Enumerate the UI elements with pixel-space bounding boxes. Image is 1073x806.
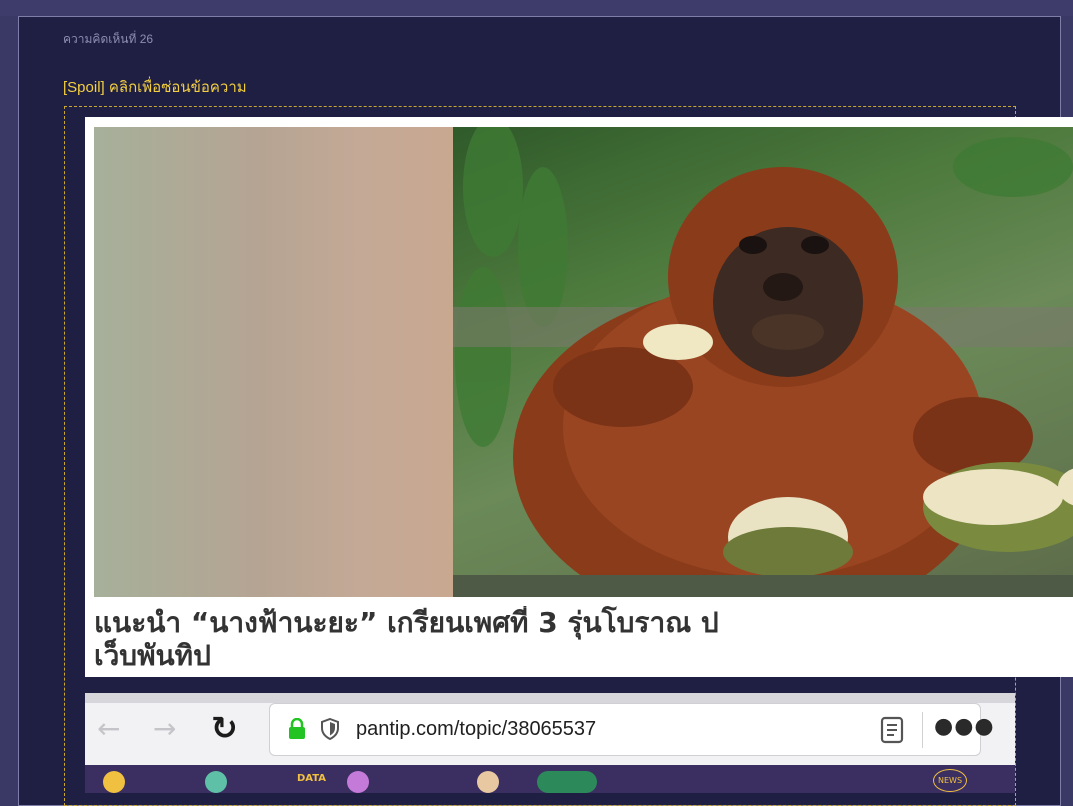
- side-menu-dots-icon[interactable]: ⋮: [1007, 710, 1015, 730]
- banner-data-label: DATA: [297, 773, 327, 784]
- blurred-image-panel: [94, 127, 453, 597]
- browser-top-strip: [85, 693, 1015, 703]
- spoil-toggle-link[interactable]: [Spoil] คลิกเพื่อซ่อนข้อความ: [63, 75, 247, 99]
- coin-icon: [347, 771, 369, 793]
- more-menu-icon[interactable]: ●●●: [934, 714, 995, 739]
- face-icon: [477, 771, 499, 793]
- reload-icon[interactable]: ↻: [211, 712, 238, 744]
- camera-icon: [103, 771, 125, 793]
- shield-icon[interactable]: [320, 718, 340, 740]
- urlbar-divider: [922, 712, 923, 748]
- comment-number: ความคิดเห็นที่ 26: [63, 32, 154, 46]
- news-headline: แนะนำ “นางฟ้านะยะ” เกรียนเพศที่ 3 รุ่นโบ…: [94, 606, 719, 672]
- forward-arrow-icon[interactable]: →: [153, 715, 176, 743]
- orangutan-photo: [94, 127, 1073, 597]
- page-top-bar: [0, 0, 1073, 16]
- address-bar[interactable]: pantip.com/topic/38065537 ●●●: [269, 703, 994, 756]
- news-screenshot-image: แนะนำ “นางฟ้านะยะ” เกรียนเพศที่ 3 รุ่นโบ…: [85, 117, 1073, 677]
- site-banner: DATA NEWS: [85, 765, 1015, 793]
- lock-icon: [289, 718, 305, 739]
- reader-view-icon[interactable]: [880, 716, 904, 744]
- back-arrow-icon[interactable]: ←: [97, 715, 120, 743]
- logo-icon: [537, 771, 597, 793]
- url-text[interactable]: pantip.com/topic/38065537: [356, 718, 596, 741]
- banner-news-badge: NEWS: [933, 769, 968, 792]
- mascot-icon: [205, 771, 227, 793]
- browser-screenshot: ← → ↻ pantip.com/topic/38065537 ●●● ⋮ DA…: [85, 693, 1015, 793]
- orangutan-illustration: [453, 127, 1073, 597]
- orangutan-image-panel: [453, 127, 1073, 597]
